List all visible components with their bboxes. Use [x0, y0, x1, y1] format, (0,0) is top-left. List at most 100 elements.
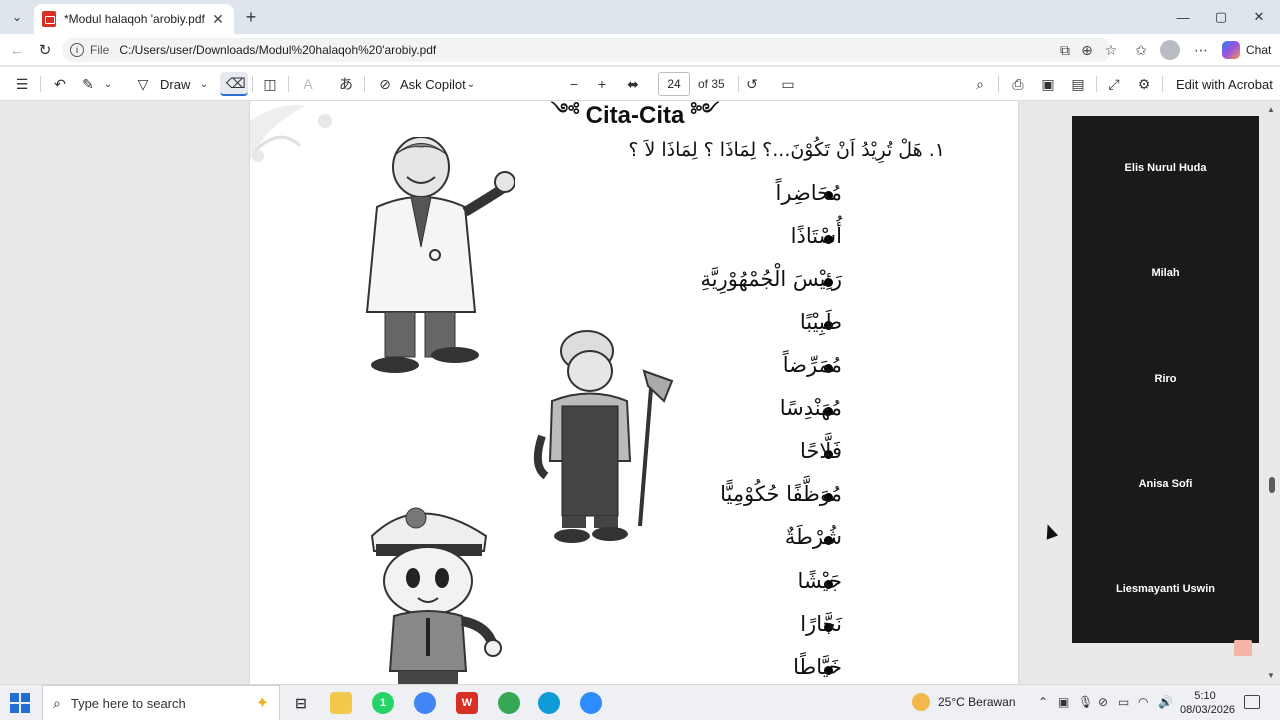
notification-icon[interactable]: [1244, 695, 1260, 709]
fullscreen-icon[interactable]: ⤢: [1104, 72, 1124, 96]
windows-logo-icon: [10, 693, 19, 702]
back-button[interactable]: ←: [6, 39, 28, 61]
tab-title: *Modul halaqoh 'arobiy.pdf: [64, 12, 205, 26]
search-icon[interactable]: ⌕: [970, 72, 990, 96]
toolbar-divider: [998, 76, 999, 92]
toolbar-divider: [1162, 76, 1163, 92]
scroll-up-icon[interactable]: ▲: [1267, 105, 1275, 114]
windows-logo-icon: [21, 704, 30, 713]
taskbar-clock[interactable]: 5:10 08/03/2026: [1180, 689, 1235, 717]
participant-name: Anisa Sofi: [1138, 478, 1193, 490]
scrollbar-thumb[interactable]: [1269, 477, 1275, 493]
chrome-icon[interactable]: [414, 692, 436, 714]
tab-close-button[interactable]: ✕: [210, 11, 226, 28]
list-item: طَبِيْبًا: [799, 310, 842, 334]
vertical-scrollbar[interactable]: ▲ ▼: [1266, 101, 1278, 684]
ask-copilot-dropdown-icon[interactable]: ⌄: [464, 72, 478, 96]
read-aloud-icon[interactable]: A: [298, 72, 318, 96]
contents-list-icon[interactable]: ☰: [12, 72, 32, 96]
edit-with-acrobat-button[interactable]: Edit with Acrobat: [1176, 72, 1273, 96]
ask-copilot-button[interactable]: Ask Copilot: [400, 72, 466, 96]
draw-dropdown-icon[interactable]: ⌄: [196, 72, 212, 96]
window-close-button[interactable]: ✕: [1240, 4, 1278, 30]
ornament-right-icon: ༻: [690, 101, 720, 120]
list-item: مُحَاضِراً: [775, 181, 842, 205]
info-icon: i: [70, 43, 84, 57]
doctor-illustration: [365, 137, 515, 373]
chrome-profile-icon[interactable]: [498, 692, 520, 714]
tab-list-button[interactable]: ⌄: [6, 6, 28, 28]
copilot-small-icon: ⊘: [379, 75, 391, 92]
profile-avatar[interactable]: [1160, 40, 1180, 60]
translate-icon[interactable]: あ: [336, 72, 356, 96]
undo-icon[interactable]: ↶: [50, 72, 70, 96]
list-item: شُرْطَةٌ: [784, 525, 842, 549]
toolbar-divider: [252, 76, 253, 92]
toolbar-divider: [40, 76, 41, 92]
task-view-icon[interactable]: ⊟: [290, 692, 312, 714]
scroll-down-icon[interactable]: ▼: [1267, 671, 1275, 680]
page-number-input[interactable]: 24: [658, 72, 690, 96]
browser-titlebar: ⌄ *Modul halaqoh 'arobiy.pdf ✕ + — ▢ ✕: [0, 0, 1280, 34]
reader-icon[interactable]: ⧉: [1054, 39, 1076, 61]
highlight-icon[interactable]: ✎: [78, 72, 98, 96]
eraser-button[interactable]: ⌫: [220, 72, 248, 96]
wps-office-icon[interactable]: W: [456, 692, 478, 714]
wifi-icon[interactable]: ◠: [1138, 695, 1148, 709]
participant-name: Elis Nurul Huda: [1124, 162, 1207, 174]
whatsapp-icon[interactable]: 1: [372, 692, 394, 714]
minimize-button[interactable]: —: [1164, 4, 1202, 30]
address-input[interactable]: i File C:/Users/user/Downloads/Modul%20h…: [62, 38, 1112, 62]
sparkle-icon: ✦: [255, 695, 269, 712]
zoom-icon[interactable]: ⊕: [1076, 39, 1098, 61]
favorites-icon[interactable]: ✩: [1130, 39, 1152, 61]
taskbar-search-placeholder: Type here to search: [70, 695, 186, 711]
browser-tab-active[interactable]: *Modul halaqoh 'arobiy.pdf ✕: [34, 4, 234, 34]
start-button[interactable]: [10, 693, 30, 713]
network-off-icon[interactable]: ⊘: [1098, 695, 1108, 709]
battery-icon[interactable]: ▭: [1118, 695, 1129, 709]
zoom-in-icon[interactable]: +: [592, 72, 612, 96]
police-illustration: [370, 507, 502, 684]
weather-widget[interactable]: 25°C Berawan: [912, 693, 1016, 711]
page-count: of 35: [698, 77, 725, 91]
volume-icon[interactable]: 🔊: [1158, 695, 1173, 709]
edge-icon[interactable]: [538, 692, 560, 714]
highlight-dropdown-icon[interactable]: ⌄: [100, 72, 116, 96]
zoom-out-icon[interactable]: −: [564, 72, 584, 96]
maximize-button[interactable]: ▢: [1202, 4, 1240, 30]
settings-gear-icon[interactable]: ⚙: [1134, 72, 1154, 96]
new-tab-button[interactable]: +: [240, 6, 262, 28]
save-icon[interactable]: ▣: [1038, 72, 1058, 96]
eraser-icon: ⌫: [226, 75, 246, 91]
draw-icon[interactable]: ▽: [134, 72, 152, 96]
refresh-button[interactable]: ↻: [34, 39, 56, 61]
more-menu-icon[interactable]: ⋯: [1190, 39, 1212, 61]
copilot-chat-button[interactable]: Chat: [1222, 40, 1271, 60]
weather-text: 25°C Berawan: [938, 695, 1016, 709]
rotate-icon[interactable]: ↺: [742, 72, 762, 96]
toolbar-divider: [1096, 76, 1097, 92]
draw-label[interactable]: Draw: [160, 72, 190, 96]
print-icon[interactable]: ⎙: [1008, 72, 1028, 96]
acrobat-floating-icon[interactable]: [1234, 640, 1252, 656]
clock-time: 5:10: [1194, 690, 1216, 702]
two-page-view-icon[interactable]: ▭: [778, 72, 798, 96]
microphone-icon[interactable]: 🎙: [1078, 695, 1093, 709]
weather-sun-icon: [912, 693, 930, 711]
meet-now-icon[interactable]: ▣: [1058, 695, 1069, 709]
zoom-app-icon[interactable]: [580, 692, 602, 714]
file-explorer-icon[interactable]: [330, 692, 352, 714]
ornament-left-icon: ༺: [550, 101, 580, 120]
chevron-up-icon[interactable]: ⌃: [1038, 695, 1048, 709]
taskbar-search[interactable]: ⌕ Type here to search ✦: [42, 685, 280, 720]
save-as-icon[interactable]: ▤: [1068, 72, 1088, 96]
windows-taskbar: ⌕ Type here to search ✦ ⊟ 1 W 25°C Beraw…: [0, 684, 1280, 720]
toolbar-divider: [288, 76, 289, 92]
windows-logo-icon: [10, 704, 19, 713]
whatsapp-badge: 1: [379, 697, 387, 709]
fit-width-icon[interactable]: ⬌: [622, 72, 644, 96]
page-view-icon[interactable]: ◫: [260, 72, 280, 96]
page-title: ༺ Cita-Cita ༻: [535, 101, 735, 131]
favorite-star-icon[interactable]: ☆: [1100, 39, 1122, 61]
